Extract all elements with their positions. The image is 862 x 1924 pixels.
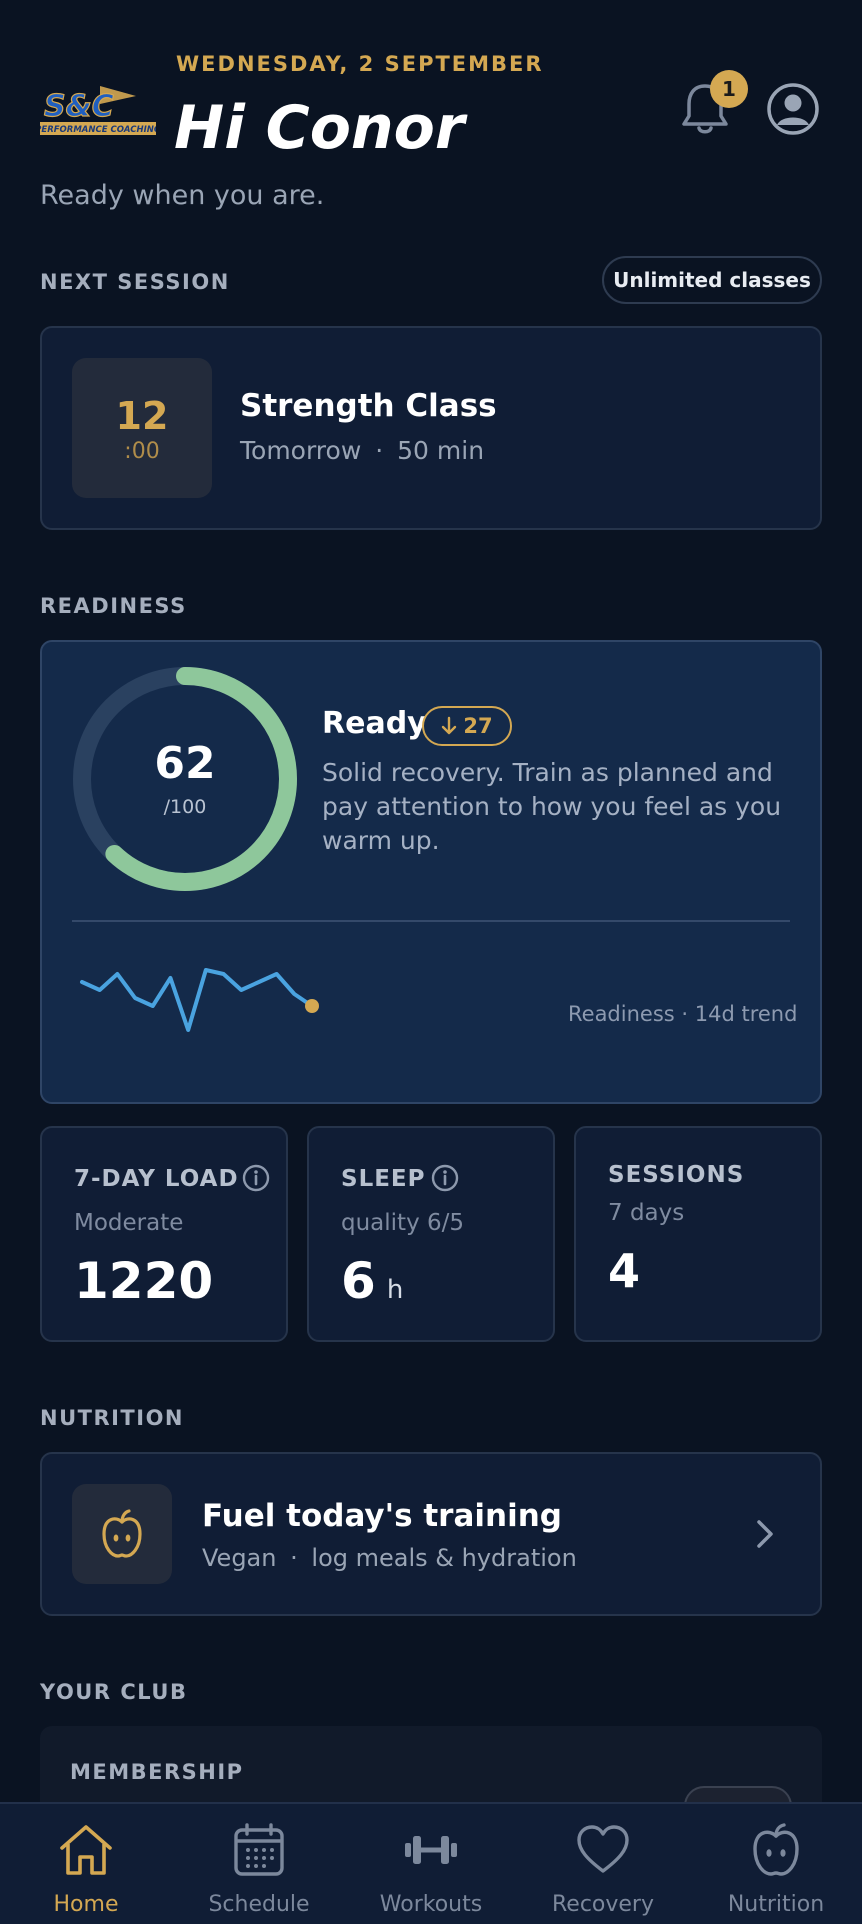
meta-separator: ·: [290, 1544, 298, 1572]
nutrition-title: Fuel today's training: [202, 1498, 562, 1534]
heart-icon: [577, 1825, 629, 1873]
sessions-stat-title: SESSIONS: [608, 1162, 745, 1188]
readiness-delta-value: 27: [463, 714, 493, 738]
profile-button[interactable]: [766, 82, 820, 136]
load-stat-title: 7-DAY LOAD: [74, 1166, 239, 1192]
session-time-box: 12 :00: [72, 358, 212, 498]
sleep-stat-value: 6: [341, 1252, 376, 1310]
trend-line: [80, 968, 314, 1032]
nutrition-icon-box: [72, 1484, 172, 1584]
nutrition-heading: NUTRITION: [40, 1406, 185, 1430]
session-minutes: :00: [124, 438, 160, 464]
nav-item-home[interactable]: Home: [16, 1822, 156, 1917]
brand-logo: S&C PERFORMANCE COACHING: [35, 82, 161, 138]
load-stat-value: 1220: [74, 1252, 214, 1310]
nav-item-nutrition[interactable]: Nutrition: [706, 1822, 846, 1917]
next-session-heading: NEXT SESSION: [40, 270, 230, 294]
dumbbell-icon: [405, 1836, 457, 1864]
info-icon[interactable]: [431, 1164, 459, 1192]
current-date: WEDNESDAY, 2 SEPTEMBER: [176, 52, 544, 76]
greeting-title: Hi Conor: [174, 93, 465, 163]
nav-label-schedule: Schedule: [208, 1892, 310, 1917]
readiness-score: 62: [154, 738, 216, 789]
nav-label-home: Home: [53, 1892, 119, 1917]
nav-item-recovery[interactable]: Recovery: [533, 1822, 673, 1917]
nav-item-workouts[interactable]: Workouts: [361, 1822, 501, 1917]
membership-pill[interactable]: Unlimited classes: [602, 256, 822, 304]
notification-badge: 1: [710, 70, 748, 108]
nav-label-workouts: Workouts: [379, 1892, 483, 1917]
sleep-stat-unit: h: [386, 1275, 404, 1305]
session-title: Strength Class: [240, 388, 497, 424]
nav-label-recovery: Recovery: [551, 1892, 654, 1917]
readiness-trend-label: Readiness · 14d trend: [568, 1002, 798, 1026]
sleep-stat-sub: quality 6/5: [341, 1210, 465, 1236]
trend-latest-point: [305, 999, 319, 1013]
apple-icon: [102, 1509, 142, 1558]
session-day: Tomorrow: [240, 436, 362, 465]
session-meta: Tomorrow · 50 min: [240, 436, 484, 465]
nutrition-action: log meals & hydration: [311, 1544, 577, 1572]
user-avatar-icon: [767, 83, 819, 135]
apple-icon: [753, 1823, 799, 1876]
logo-text: S&C: [44, 89, 114, 124]
readiness-trend-sparkline: [80, 968, 319, 1032]
sessions-stat-card[interactable]: SESSIONS 7 days 4: [574, 1126, 822, 1342]
readiness-delta-badge: 27: [422, 706, 512, 746]
nav-item-schedule[interactable]: Schedule: [189, 1822, 329, 1917]
sleep-stat-card[interactable]: SLEEP quality 6/5 6 h: [307, 1126, 555, 1342]
chevron-right-icon[interactable]: [750, 1516, 780, 1552]
readiness-heading: READINESS: [40, 594, 187, 618]
arrow-down-icon: [442, 716, 457, 735]
session-duration: 50 min: [397, 436, 485, 465]
load-stat-sub: Moderate: [74, 1210, 184, 1236]
readiness-max: /100: [163, 796, 207, 818]
nav-label-nutrition: Nutrition: [727, 1892, 825, 1917]
calendar-icon: [234, 1823, 284, 1876]
logo-subtext: PERFORMANCE COACHING: [40, 125, 156, 135]
readiness-description: Solid recovery. Train as planned and pay…: [322, 758, 782, 855]
load-stat-card[interactable]: 7-DAY LOAD Moderate 1220: [40, 1126, 288, 1342]
sleep-stat-value-group: 6 h: [341, 1252, 403, 1310]
sessions-stat-value: 4: [608, 1244, 641, 1298]
nutrition-meta: Vegan · log meals & hydration: [202, 1544, 577, 1572]
sessions-stat-sub: 7 days: [608, 1200, 685, 1226]
your-club-heading: YOUR CLUB: [40, 1680, 188, 1704]
meta-separator: ·: [375, 436, 384, 465]
membership-label: MEMBERSHIP: [70, 1760, 244, 1784]
readiness-status: Ready: [322, 706, 427, 741]
sleep-stat-title: SLEEP: [341, 1166, 426, 1192]
readiness-divider: [72, 920, 790, 922]
nutrition-diet: Vegan: [202, 1544, 277, 1572]
info-icon[interactable]: [242, 1164, 270, 1192]
session-hour: 12: [115, 393, 169, 438]
home-icon: [60, 1825, 112, 1875]
greeting-subtitle: Ready when you are.: [40, 180, 325, 211]
